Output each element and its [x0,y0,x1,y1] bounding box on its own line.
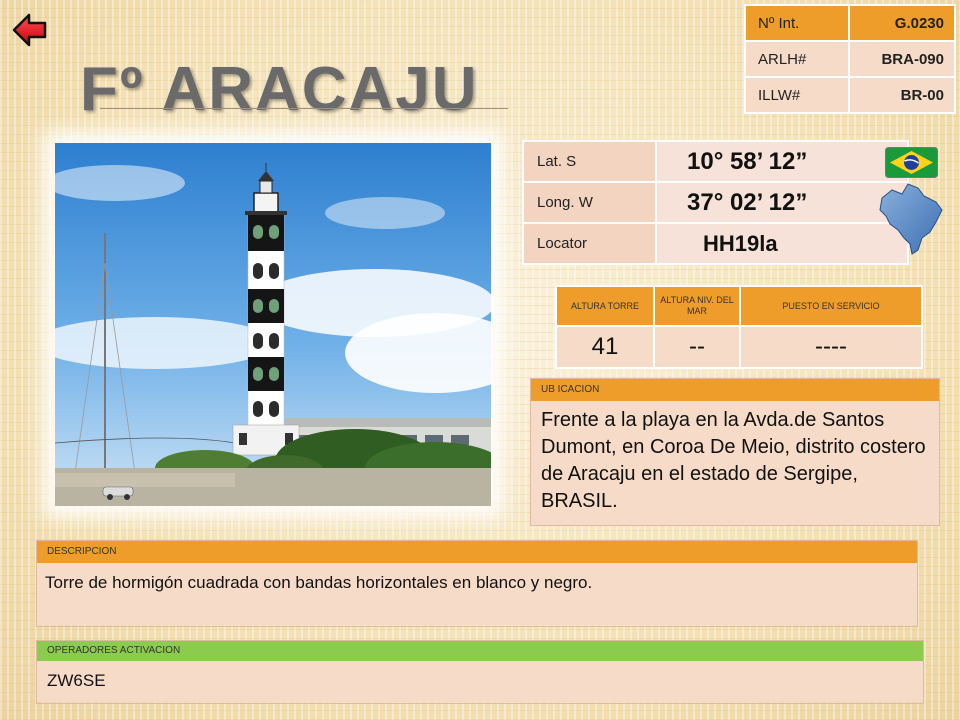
descripcion-text: Torre de hormigón cuadrada con bandas ho… [37,563,917,625]
coordinate-key: Lat. S [522,140,657,183]
operadores-panel: OPERADORES ACTIVACION ZW6SE [36,640,924,704]
altura-table: ALTURA TORRE ALTURA NIV. DEL MAR PUESTO … [555,285,923,369]
coordinate-row: Locator HH19la [522,222,909,265]
altura-value-row: 41 -- ---- [555,325,923,369]
reference-value: BR-00 [848,76,956,114]
brazil-map-icon [876,180,944,256]
reference-key: ARLH# [744,40,850,78]
page-title: Fº ARACAJU [80,55,479,124]
altura-mar-header: ALTURA NIV. DEL MAR [653,285,741,327]
brazil-flag-icon [885,147,938,178]
altura-header-row: ALTURA TORRE ALTURA NIV. DEL MAR PUESTO … [555,285,923,327]
ubicacion-panel: UB ICACION Frente a la playa en la Avda.… [530,378,940,526]
locator-value: HH19la [655,222,909,265]
reference-key: ILLW# [744,76,850,114]
reference-value: BRA-090 [848,40,956,78]
coordinate-row: Long. W 37° 02’ 12” [522,181,909,224]
reference-row: Nº Int. G.0230 [744,4,956,42]
puesto-servicio-value: ---- [739,325,923,369]
coordinate-row: Lat. S 10° 58’ 12” [522,140,909,183]
ubicacion-header: UB ICACION [531,379,939,401]
longitude-value: 37° 02’ 12” [655,181,909,224]
operadores-header: OPERADORES ACTIVACION [37,641,923,661]
reference-table: Nº Int. G.0230 ARLH# BRA-090 ILLW# BR-00 [744,4,956,114]
reference-row: ILLW# BR-00 [744,76,956,114]
latitude-value: 10° 58’ 12” [655,140,909,183]
ubicacion-text: Frente a la playa en la Avda.de Santos D… [531,401,939,525]
coordinate-key: Locator [522,222,657,265]
descripcion-panel: DESCRIPCION Torre de hormigón cuadrada c… [36,540,918,627]
coordinates-table: Lat. S 10° 58’ 12” Long. W 37° 02’ 12” L… [522,140,909,265]
lighthouse-photo [55,143,491,506]
back-arrow-button[interactable] [12,12,48,48]
title-underline [100,108,508,109]
coordinate-key: Long. W [522,181,657,224]
reference-key: Nº Int. [744,4,850,42]
reference-row: ARLH# BRA-090 [744,40,956,78]
altura-torre-value: 41 [555,325,655,369]
puesto-servicio-header: PUESTO EN SERVICIO [739,285,923,327]
altura-mar-value: -- [653,325,741,369]
descripcion-header: DESCRIPCION [37,541,917,563]
altura-torre-header: ALTURA TORRE [555,285,655,327]
reference-value: G.0230 [848,4,956,42]
back-arrow-icon [12,13,47,47]
operadores-text: ZW6SE [37,661,923,702]
